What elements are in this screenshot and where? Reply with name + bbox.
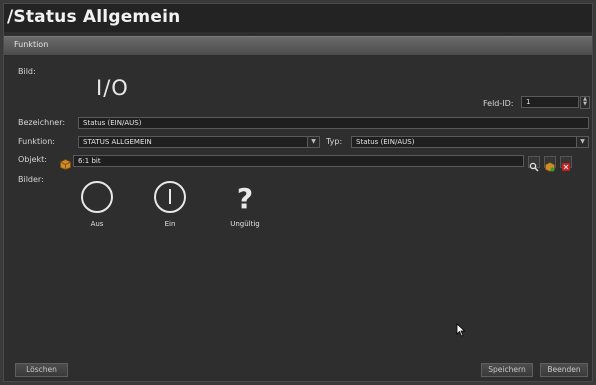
delete-button[interactable]: Löschen	[15, 363, 68, 377]
objekt-input[interactable]: 6:1 bit	[73, 155, 524, 167]
state-ungueltig[interactable]: ? Ungültig	[215, 179, 275, 228]
bild-preview[interactable]: I/O	[96, 76, 129, 100]
state-ein[interactable]: Ein	[140, 179, 200, 228]
typ-label: Typ:	[326, 137, 343, 146]
typ-select[interactable]: Status (EIN/AUS) ▼	[351, 136, 589, 148]
page-title: /Status Allgemein	[7, 7, 181, 27]
title-bar: /Status Allgemein	[4, 4, 592, 32]
chevron-down-icon[interactable]: ▼	[307, 137, 319, 147]
state-label: Aus	[90, 220, 104, 228]
section-title: Funktion	[14, 40, 49, 49]
dialog-window: /Status Allgemein Funktion Bild: I/O Fel…	[3, 3, 593, 382]
funktion-select[interactable]: STATUS ALLGEMEIN ▼	[78, 136, 320, 148]
question-icon: ?	[237, 182, 253, 215]
state-label: Ein	[164, 220, 176, 228]
circle-on-icon	[154, 181, 186, 213]
delete-icon[interactable]	[560, 156, 572, 171]
svg-text:?: ?	[237, 182, 253, 215]
save-button[interactable]: Speichern	[481, 363, 533, 377]
bild-label: Bild:	[18, 67, 36, 76]
typ-value: Status (EIN/AUS)	[356, 138, 415, 146]
object-add-icon[interactable]	[544, 156, 556, 172]
bezeichner-input[interactable]: Status (EIN/AUS)	[78, 117, 589, 129]
object-cube-icon	[60, 155, 71, 170]
feld-id-input[interactable]: 1	[521, 96, 579, 108]
funktion-value: STATUS ALLGEMEIN	[83, 138, 152, 146]
bilder-label: Bilder:	[18, 175, 44, 184]
section-header: Funktion	[4, 36, 592, 56]
close-button[interactable]: Beenden	[540, 363, 588, 377]
chevron-down-icon[interactable]: ▼	[576, 137, 588, 147]
bezeichner-label: Bezeichner:	[18, 118, 66, 127]
search-icon[interactable]	[528, 156, 540, 172]
state-aus[interactable]: Aus	[67, 179, 127, 228]
state-label: Ungültig	[230, 220, 260, 228]
feld-id-label: Feld-ID:	[483, 99, 514, 108]
circle-off-icon	[81, 181, 113, 213]
funktion-label: Funktion:	[18, 137, 55, 146]
objekt-label: Objekt:	[18, 155, 47, 164]
mouse-cursor-icon	[456, 322, 466, 341]
feld-id-stepper[interactable]: ▲ ▼	[580, 96, 590, 109]
